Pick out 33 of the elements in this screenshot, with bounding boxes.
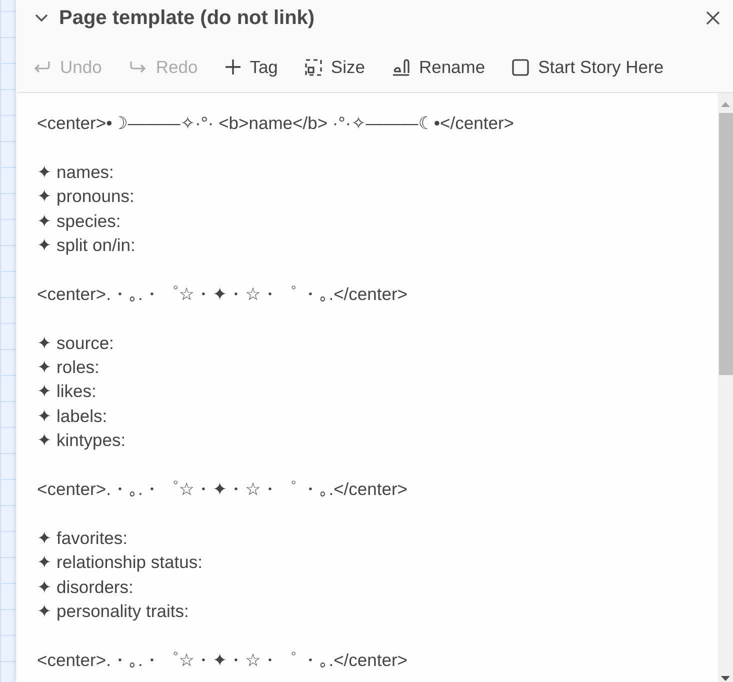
signature-icon (392, 58, 410, 76)
plus-icon (224, 59, 241, 75)
scrollbar-thumb[interactable] (719, 113, 733, 375)
text-line: <center>.・｡.・゜☆・✦・☆・゜ ・｡.</center> (37, 282, 408, 306)
dashed-square-icon (304, 58, 322, 76)
scrollbar[interactable] (718, 93, 733, 682)
scroll-up-icon (721, 102, 730, 107)
text-line: ✦ personality traits: (37, 600, 189, 624)
undo-icon (33, 60, 51, 74)
text-line: ✦ disorders: (37, 576, 134, 599)
text-line: ✦ split on/in: (37, 234, 136, 258)
text-line: <center>.・｡.・゜☆・✦・☆・゜ ・｡.</center> (37, 648, 408, 672)
text-line: ✦ pronouns: (37, 185, 134, 208)
rename-button[interactable]: Rename (388, 50, 490, 84)
dialog-title: Page template (do not link) (59, 6, 316, 30)
redo-icon (128, 60, 147, 74)
text-line: ✦ labels: (37, 404, 108, 428)
text-line: ✦ species: (37, 210, 121, 233)
close-icon (706, 11, 720, 25)
tag-button[interactable]: Tag (220, 50, 282, 84)
text-line: ✦ kintypes: (37, 429, 126, 452)
text-line: <center>.・｡.・゜☆・✦・☆・゜ ・｡.</center> (37, 478, 408, 502)
scroll-down-icon (721, 676, 730, 681)
text-line: ✦ likes: (37, 380, 96, 404)
text-line: ✦ relationship status: (37, 551, 202, 574)
start-story-checkbox[interactable]: Start Story Here (508, 50, 668, 84)
text-line: ✦ favorites: (37, 526, 128, 550)
text-line: ✦ source: (37, 332, 114, 355)
close-button[interactable] (704, 9, 722, 27)
text-line: ✦ roles: (37, 356, 100, 380)
text-line: ✦ names: (37, 160, 114, 184)
text-line: <center>•☽———✧·°· <b>name</b> ·°·✧———☾•</center> (37, 112, 514, 135)
size-button[interactable]: Size (300, 50, 369, 84)
